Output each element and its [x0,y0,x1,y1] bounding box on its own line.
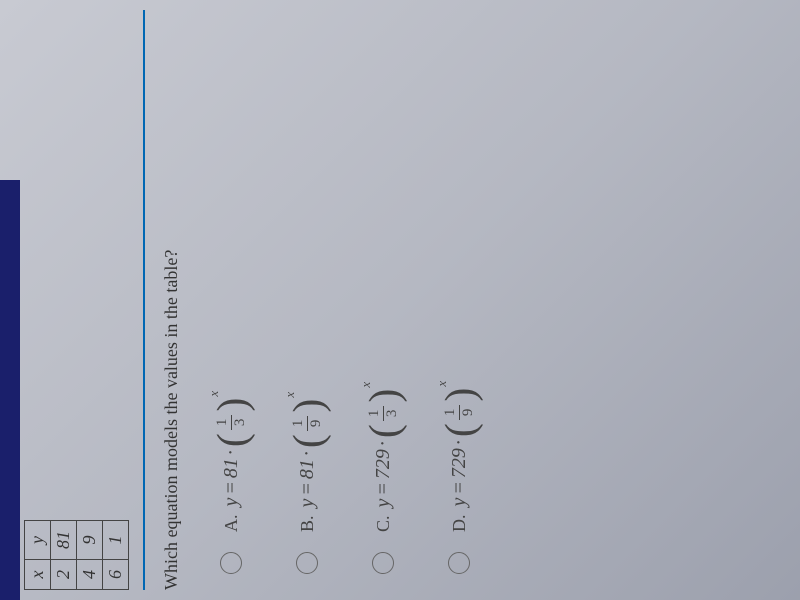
table-row: 6 1 [103,521,129,590]
option-a-letter: A. [221,515,242,533]
col-header-x: x [25,560,51,590]
option-d-equation: y= 729 · ( 19 ) x [438,381,480,507]
radio-a[interactable] [220,552,242,574]
option-d: D. y= 729 · ( 19 ) x [438,0,480,574]
option-a: A. y= 81 · ( 13 ) x [210,0,252,574]
radio-b[interactable] [296,552,318,574]
option-d-letter: D. [449,515,470,533]
data-table: x y 2 81 4 9 6 1 [24,0,129,590]
radio-d[interactable] [448,552,470,574]
question-text: Which equation models the values in the … [161,10,182,590]
header-bar [0,180,20,600]
divider [143,10,145,590]
table-row: 2 81 [51,521,77,590]
table-header-row: x y [25,521,51,590]
option-c-letter: C. [373,515,394,532]
option-a-equation: y= 81 · ( 13 ) x [210,391,252,507]
table-row: 4 9 [77,521,103,590]
options-list: A. y= 81 · ( 13 ) x B. y= 81 · ( 19 ) x [210,0,480,574]
option-b: B. y= 81 · ( 19 ) x [286,0,328,574]
option-b-letter: B. [297,515,318,532]
col-header-y: y [25,521,51,560]
option-c-equation: y= 729 · ( 13 ) x [362,382,404,508]
radio-c[interactable] [372,552,394,574]
option-b-equation: y= 81 · ( 19 ) x [286,392,328,508]
option-c: C. y= 729 · ( 13 ) x [362,0,404,574]
